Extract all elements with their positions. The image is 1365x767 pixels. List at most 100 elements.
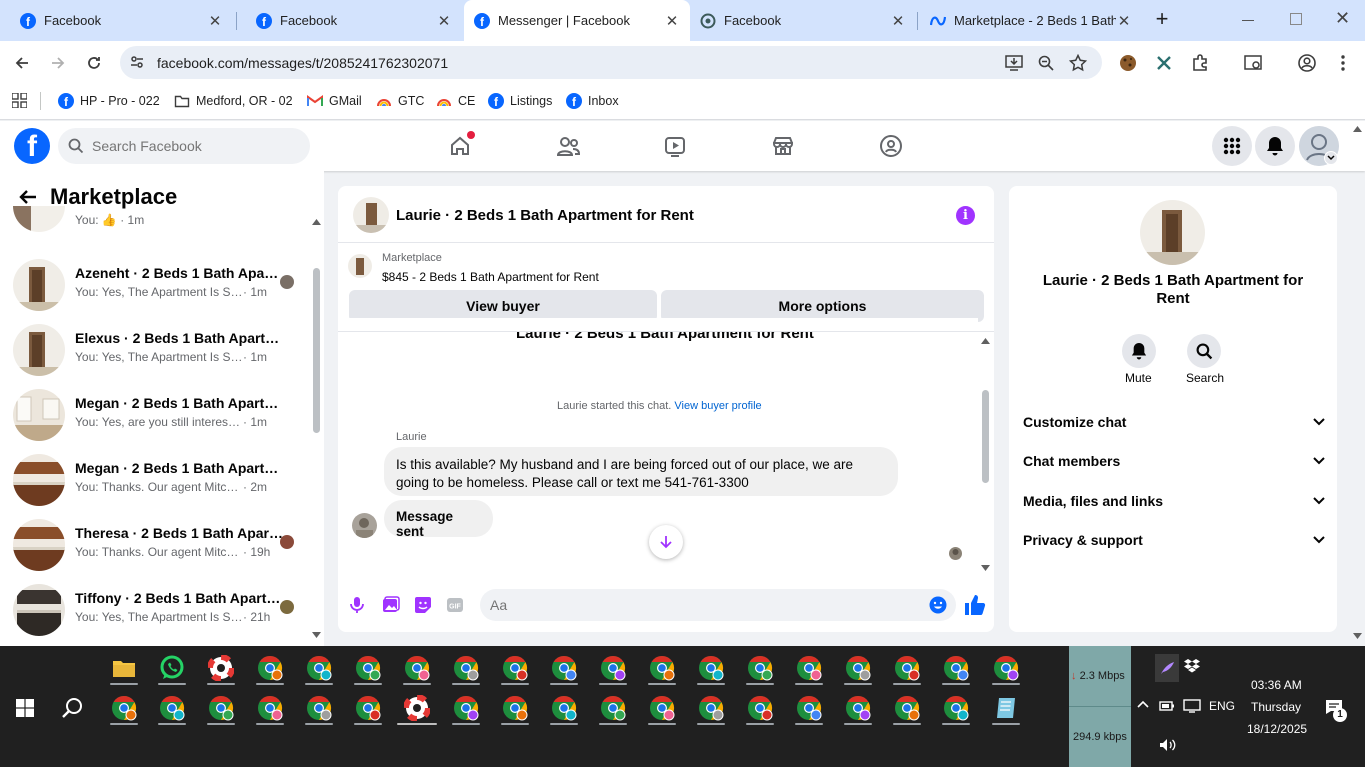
restore-button[interactable] <box>1290 13 1302 25</box>
gif-button[interactable]: GIF <box>446 597 464 613</box>
page-scroll-down-arrow[interactable] <box>1353 633 1362 639</box>
bookmark-6[interactable]: f Inbox <box>566 92 619 110</box>
language-indicator[interactable]: ENG <box>1209 699 1235 713</box>
accordion-customize-chat[interactable]: Customize chat <box>1023 410 1325 434</box>
message-bubble[interactable]: Message sent <box>384 500 493 539</box>
nav-home[interactable] <box>445 131 475 161</box>
chrome-profile-icon[interactable] <box>550 655 578 685</box>
profile-avatar[interactable] <box>1140 200 1205 265</box>
chrome-profile-icon[interactable] <box>746 655 774 685</box>
accordion-privacy-support[interactable]: Privacy & support <box>1023 528 1325 552</box>
chrome-profile-icon[interactable] <box>893 655 921 685</box>
taskbar-search-button[interactable] <box>61 697 83 719</box>
chrome-menu-icon[interactable] <box>1331 51 1355 75</box>
lifebuoy-app-icon[interactable] <box>207 655 235 685</box>
apps-grid-icon[interactable] <box>12 93 27 108</box>
like-button[interactable] <box>964 594 986 616</box>
file-explorer-icon[interactable] <box>110 655 138 685</box>
back-button[interactable] <box>10 51 34 75</box>
facebook-logo[interactable]: f <box>14 128 50 164</box>
chrome-profile-icon[interactable] <box>599 695 627 725</box>
conversation-item[interactable]: Megan · 2 Beds 1 Bath Apartment for Rent… <box>13 387 313 443</box>
dropbox-icon[interactable] <box>1184 659 1200 673</box>
start-button[interactable] <box>16 699 34 717</box>
url-text[interactable]: facebook.com/messages/t/2085241762302071 <box>157 55 448 71</box>
scroll-up-arrow[interactable] <box>312 219 321 225</box>
cookie-extension-icon[interactable] <box>1116 51 1140 75</box>
clock-day[interactable]: Thursday <box>1251 700 1301 714</box>
nav-marketplace[interactable] <box>768 131 798 161</box>
chrome-profile-icon[interactable] <box>942 695 970 725</box>
chrome-profile-icon[interactable] <box>452 655 480 685</box>
chrome-profile-icon[interactable] <box>501 695 529 725</box>
extensions-puzzle-icon[interactable] <box>1188 51 1212 75</box>
profile-icon[interactable] <box>1295 51 1319 75</box>
menu-button[interactable] <box>1212 126 1252 166</box>
attach-photo-button[interactable] <box>382 596 400 614</box>
reload-button[interactable] <box>82 51 106 75</box>
notifications-button[interactable] <box>1255 126 1295 166</box>
chrome-profile-icon[interactable] <box>207 695 235 725</box>
close-window-button[interactable]: ✕ <box>1335 8 1350 29</box>
sticker-button[interactable] <box>414 596 432 614</box>
message-bubble[interactable]: Is this available? My husband and I are … <box>384 447 898 496</box>
chat-title[interactable]: Laurie · 2 Beds 1 Bath Apartment for Ren… <box>396 207 694 224</box>
network-icon[interactable] <box>1183 699 1201 713</box>
bookmark-3[interactable]: GTC <box>376 92 424 110</box>
extension-icon[interactable] <box>1152 51 1176 75</box>
message-input[interactable] <box>490 597 910 613</box>
forward-button[interactable] <box>46 51 70 75</box>
chrome-profile-icon[interactable] <box>305 655 333 685</box>
tab-4[interactable]: Marketplace - 2 Beds 1 Bath A ✕ <box>918 0 1142 41</box>
bookmark-star-icon[interactable] <box>1066 51 1090 75</box>
scrollbar-thumb[interactable] <box>982 390 989 483</box>
chrome-profile-icon[interactable] <box>501 655 529 685</box>
chrome-profile-icon[interactable] <box>354 655 382 685</box>
chrome-profile-icon[interactable] <box>697 655 725 685</box>
new-tab-button[interactable]: + <box>1151 8 1173 30</box>
close-icon[interactable]: ✕ <box>664 13 680 30</box>
chrome-profile-icon[interactable] <box>550 695 578 725</box>
clock-time[interactable]: 03:36 AM <box>1251 678 1302 692</box>
chrome-profile-icon[interactable] <box>648 695 676 725</box>
chrome-profile-icon[interactable] <box>795 695 823 725</box>
nav-friends[interactable] <box>553 131 583 161</box>
chat-avatar[interactable] <box>353 197 389 233</box>
close-icon[interactable]: ✕ <box>1116 13 1132 30</box>
site-info-icon[interactable] <box>125 50 149 74</box>
chrome-profile-icon[interactable] <box>256 655 284 685</box>
chrome-profile-icon[interactable] <box>942 655 970 685</box>
feather-tray-icon[interactable] <box>1155 654 1179 682</box>
conversation-item[interactable]: Theresa · 2 Beds 1 Bath Apartment for Re… <box>13 517 313 573</box>
message-composer[interactable] <box>480 589 956 621</box>
accordion-media-files-links[interactable]: Media, files and links <box>1023 489 1325 513</box>
view-buyer-profile-link[interactable]: View buyer profile <box>674 400 761 412</box>
accordion-chat-members[interactable]: Chat members <box>1023 449 1325 473</box>
chrome-profile-icon[interactable] <box>648 655 676 685</box>
emoji-button[interactable] <box>929 596 947 614</box>
chrome-profile-icon[interactable] <box>354 695 382 725</box>
chrome-profile-icon[interactable] <box>992 655 1020 685</box>
bookmark-5[interactable]: f Listings <box>488 92 552 110</box>
bookmark-2[interactable]: GMail <box>307 92 362 110</box>
chrome-profile-icon[interactable] <box>893 695 921 725</box>
info-icon[interactable]: i <box>956 206 975 225</box>
close-icon[interactable]: ✕ <box>890 13 906 30</box>
volume-icon[interactable] <box>1159 738 1177 752</box>
search-input[interactable] <box>92 138 292 154</box>
chrome-profile-icon[interactable] <box>746 695 774 725</box>
tab-3[interactable]: Facebook ✕ <box>690 0 916 41</box>
sender-avatar[interactable] <box>352 513 377 538</box>
account-chevron[interactable] <box>1324 151 1338 165</box>
install-app-icon[interactable] <box>1002 51 1026 75</box>
nav-groups[interactable] <box>876 131 906 161</box>
tray-overflow-chevron[interactable] <box>1137 700 1149 708</box>
zoom-icon[interactable] <box>1034 51 1058 75</box>
listing-title[interactable]: $845 - 2 Beds 1 Bath Apartment for Rent <box>382 270 599 284</box>
lifebuoy-app-icon[interactable] <box>397 695 437 725</box>
chrome-profile-icon[interactable] <box>110 695 138 725</box>
mute-button[interactable] <box>1122 334 1156 368</box>
side-panel-icon[interactable] <box>1241 51 1265 75</box>
whatsapp-icon[interactable] <box>158 655 186 685</box>
clock-date[interactable]: 18/12/2025 <box>1247 722 1307 736</box>
